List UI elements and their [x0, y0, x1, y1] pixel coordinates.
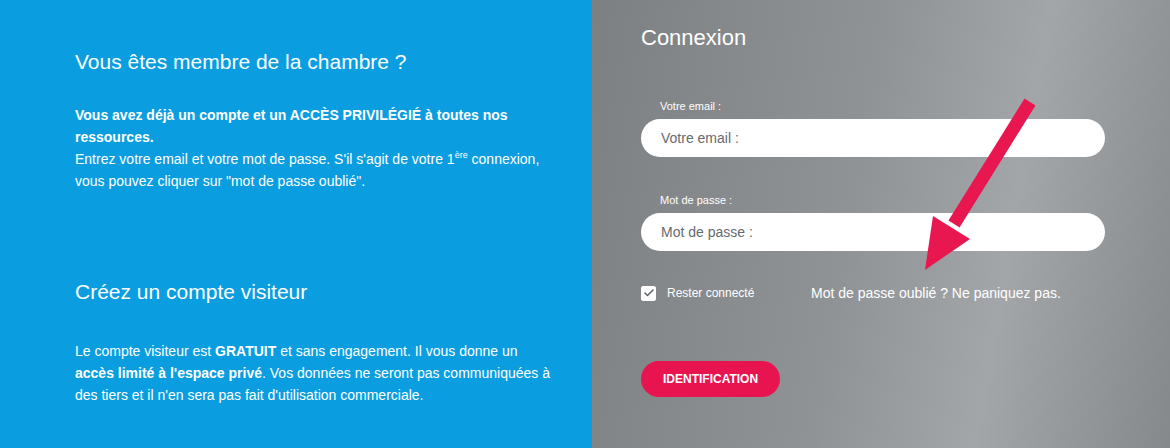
bold-text: GRATUIT: [215, 343, 276, 359]
options-row: Rester connecté Mot de passe oublié ? Ne …: [641, 285, 1105, 301]
form-field: Mot de passe :: [641, 193, 1105, 251]
check-icon: [643, 287, 655, 299]
member-text: Vous avez déjà un compte et un ACCÈS PRI…: [75, 104, 553, 192]
info-panel: Vous êtes membre de la chambre ? Vous ave…: [0, 0, 592, 448]
field-label: Mot de passe :: [641, 193, 1105, 207]
member-title: Vous êtes membre de la chambre ?: [75, 48, 552, 76]
bold-text: Vous avez déjà un compte et un ACCÈS PRI…: [75, 107, 508, 145]
visitor-text: Le compte visiteur est GRATUIT et sans e…: [75, 340, 553, 406]
login-title: Connexion: [641, 24, 1105, 52]
arrow-icon: [920, 96, 1040, 278]
remember-label: Rester connecté: [667, 286, 754, 300]
text-input[interactable]: [641, 119, 1105, 157]
login-panel: Connexion Votre email : Mot de passe : Rest…: [592, 0, 1170, 448]
forgot-password-link[interactable]: Mot de passe oublié ? Ne paniquez pas.: [811, 285, 1061, 301]
field-label: Votre email :: [641, 99, 1105, 113]
text-input[interactable]: [641, 213, 1105, 251]
visitor-title: Créez un compte visiteur: [75, 278, 552, 306]
remember-checkbox[interactable]: Rester connecté: [641, 286, 811, 301]
checkbox-box[interactable]: [641, 286, 656, 301]
submit-button[interactable]: IDENTIFICATION: [641, 361, 780, 397]
bold-text: accès limité à l'espace privé: [75, 365, 262, 381]
superscript: ère: [455, 150, 468, 160]
login-page: Vous êtes membre de la chambre ? Vous ave…: [0, 0, 1170, 448]
form-field: Votre email :: [641, 99, 1105, 157]
